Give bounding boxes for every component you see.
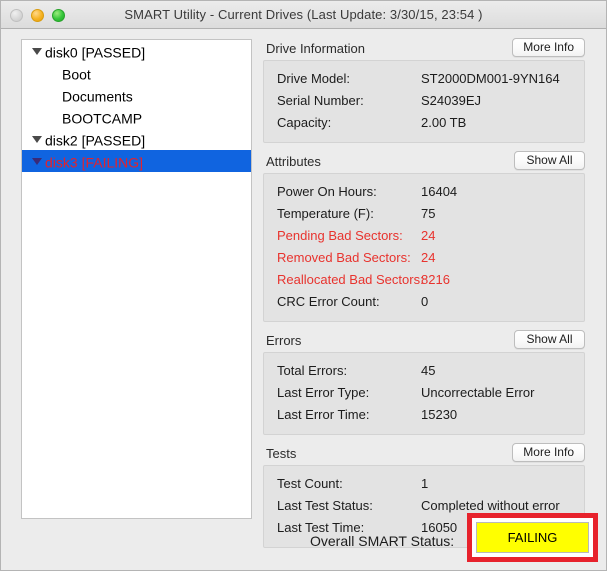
detail-row-label: Last Error Type: (277, 382, 369, 404)
disclosure-triangle-icon[interactable] (32, 158, 42, 165)
detail-row-value: 16404 (421, 181, 457, 203)
detail-row-label: Power On Hours: (277, 181, 377, 203)
detail-row-value: 0 (421, 291, 428, 313)
detail-row-value: 45 (421, 360, 435, 382)
detail-row: Capacity: 2.00 TB (264, 112, 584, 134)
detail-row: Serial Number: S24039EJ (264, 90, 584, 112)
disclosure-triangle-icon[interactable] (32, 136, 42, 143)
detail-row-label: Removed Bad Sectors: (277, 247, 411, 269)
section-header: Attributes Show All (263, 152, 585, 173)
drive-list-item[interactable]: disk2 [PASSED] (22, 128, 251, 150)
detail-row: Last Error Time: 15230 (264, 404, 584, 426)
detail-row-value: 1 (421, 473, 428, 495)
section-title: Tests (266, 444, 296, 463)
section-title: Attributes (266, 152, 321, 171)
overall-status-row: Overall SMART Status: FAILING (1, 525, 606, 570)
detail-row: CRC Error Count: 0 (264, 291, 584, 313)
title-bar[interactable]: SMART Utility - Current Drives (Last Upd… (1, 1, 606, 29)
detail-row-value: 24 (421, 225, 435, 247)
detail-row: Last Error Type: Uncorrectable Error (264, 382, 584, 404)
drive-detail-pane: Drive Information More Info Drive Model: ST… (263, 39, 585, 548)
disclosure-triangle-icon[interactable] (32, 48, 42, 55)
drive-list-item-label: disk2 [PASSED] (45, 132, 145, 148)
app-window: SMART Utility - Current Drives (Last Upd… (0, 0, 607, 571)
detail-row-label: Capacity: (277, 112, 331, 134)
drive-list-item-label: disk3 [FAILING] (45, 154, 143, 170)
detail-row-label: Drive Model: (277, 68, 350, 90)
section-action-button[interactable]: Show All (514, 151, 585, 170)
detail-row: Reallocated Bad Sectors:8216 (264, 269, 584, 291)
section-header: Errors Show All (263, 331, 585, 352)
drive-list-item[interactable]: BOOTCAMP (22, 106, 251, 128)
detail-row-label: Pending Bad Sectors: (277, 225, 403, 247)
drive-list-item[interactable]: Boot (22, 62, 251, 84)
drive-list-item[interactable]: disk3 [FAILING] (22, 150, 251, 172)
detail-row-label: CRC Error Count: (277, 291, 380, 313)
detail-row-label: Serial Number: (277, 90, 364, 112)
detail-row-label: Last Error Time: (277, 404, 369, 426)
drive-list[interactable]: disk0 [PASSED] Boot Documents BOOTCAMP disk2… (21, 39, 252, 519)
detail-row-label: Total Errors: (277, 360, 347, 382)
detail-row: Drive Model: ST2000DM001-9YN164 (264, 68, 584, 90)
detail-row-value: 24 (421, 247, 435, 269)
detail-row-label: Test Count: (277, 473, 343, 495)
detail-row-label: Reallocated Bad Sectors: (277, 269, 424, 291)
detail-row-value: 75 (421, 203, 435, 225)
overall-status-label: Overall SMART Status: (310, 533, 454, 549)
detail-row-label: Last Test Status: (277, 495, 373, 517)
overall-status-highlight: FAILING (467, 513, 598, 562)
drive-list-item[interactable]: Documents (22, 84, 251, 106)
detail-row-label: Temperature (F): (277, 203, 374, 225)
section-header: Tests More Info (263, 444, 585, 465)
detail-row-value: 2.00 TB (421, 112, 466, 134)
section-body: Drive Model:ST2000DM001-9YN164Serial Num… (263, 60, 585, 143)
drive-list-item[interactable]: disk0 [PASSED] (22, 40, 251, 62)
overall-status-badge[interactable]: FAILING (476, 522, 589, 553)
section-action-button[interactable]: More Info (512, 443, 585, 462)
detail-row-value: Uncorrectable Error (421, 382, 534, 404)
section-header: Drive Information More Info (263, 39, 585, 60)
section-title: Drive Information (266, 39, 365, 58)
detail-row: Power On Hours: 16404 (264, 181, 584, 203)
detail-row-value: 8216 (421, 269, 450, 291)
detail-row: Total Errors: 45 (264, 360, 584, 382)
drive-list-item-label: disk0 [PASSED] (45, 44, 145, 60)
detail-row-value: ST2000DM001-9YN164 (421, 68, 560, 90)
drive-list-item-label: Documents (62, 88, 133, 104)
section-action-button[interactable]: Show All (514, 330, 585, 349)
detail-row: Temperature (F): 75 (264, 203, 584, 225)
drive-list-item-label: BOOTCAMP (62, 110, 142, 126)
detail-row: Test Count: 1 (264, 473, 584, 495)
section-title: Errors (266, 331, 301, 350)
section-body: Total Errors: 45 Last Error Type: Uncorrect… (263, 352, 585, 435)
detail-row-value: 15230 (421, 404, 457, 426)
detail-row-value: S24039EJ (421, 90, 481, 112)
section-body: Power On Hours:16404Temperature (F):75Pe… (263, 173, 585, 322)
window-title: SMART Utility - Current Drives (Last Upd… (1, 1, 606, 28)
section-action-button[interactable]: More Info (512, 38, 585, 57)
detail-row: Removed Bad Sectors: 24 (264, 247, 584, 269)
detail-row: Pending Bad Sectors: 24 (264, 225, 584, 247)
drive-list-item-label: Boot (62, 66, 91, 82)
